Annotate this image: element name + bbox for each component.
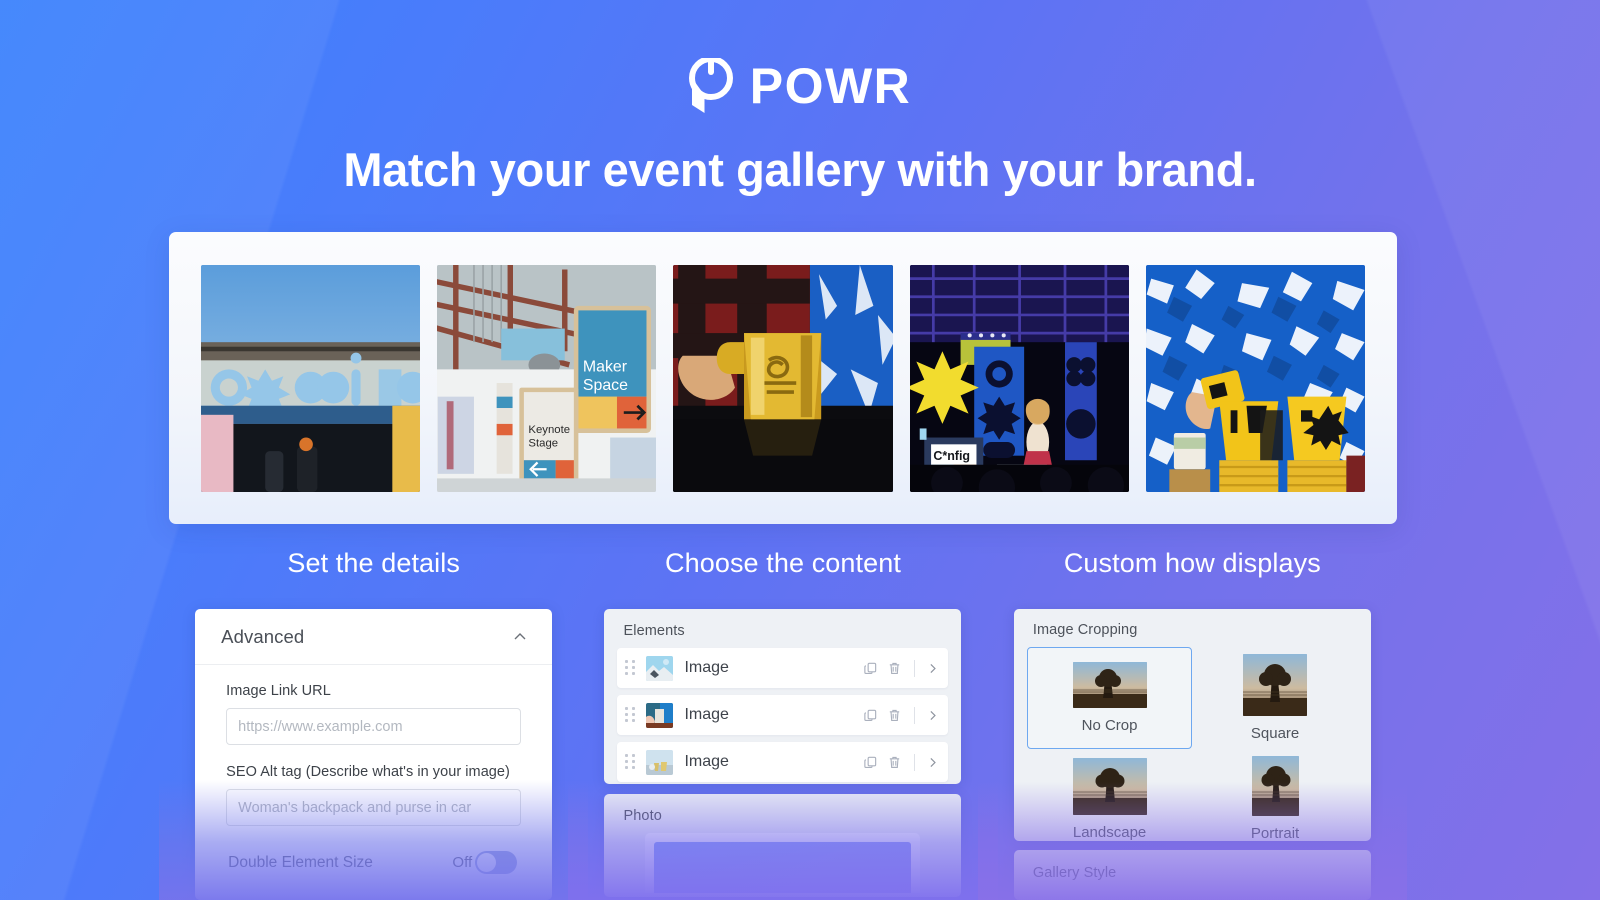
trash-icon[interactable] (887, 661, 902, 676)
copy-icon[interactable] (863, 755, 878, 770)
row-divider (914, 706, 916, 724)
panel-column-display: Image Cropping No Crop Square Landscape … (977, 609, 1407, 900)
chevron-right-icon[interactable] (926, 756, 939, 769)
svg-text:Space: Space (583, 376, 628, 393)
crop-option-square[interactable]: Square (1192, 647, 1358, 749)
elements-panel: Elements Image Image Image (604, 609, 962, 784)
element-row-actions (863, 753, 939, 771)
advanced-panel-body: Image Link URL SEO Alt tag (Describe wha… (195, 665, 552, 874)
element-row-label: Image (684, 753, 729, 770)
hero-gallery-card: Maker Space Keynote Stage C*nfig (169, 232, 1397, 524)
drag-handle-icon[interactable] (625, 706, 636, 724)
image-link-url-input[interactable] (226, 708, 522, 745)
crop-preview-image (1251, 756, 1299, 816)
seo-alt-tag-input[interactable] (226, 789, 522, 826)
crop-option-label: No Crop (1081, 717, 1138, 734)
element-thumbnail (646, 702, 674, 728)
crop-preview-image (1243, 654, 1308, 716)
section-title-display: Custom how displays (1063, 548, 1321, 578)
gallery-image-5 (1145, 264, 1366, 492)
brand-name: POWR (749, 58, 912, 114)
copy-icon[interactable] (863, 661, 878, 676)
photo-panel: Photo (604, 794, 962, 897)
crop-preview-image (1072, 757, 1147, 815)
panels-row: Advanced Image Link URL SEO Alt tag (Des… (159, 609, 1407, 900)
row-divider (914, 753, 916, 771)
double-element-size-label: Double Element Size (228, 853, 373, 871)
element-row-actions (863, 706, 939, 724)
section-title-content: Choose the content (665, 548, 901, 578)
section-titles: Set the details Choose the content Custo… (169, 548, 1397, 579)
gallery-image-3 (673, 264, 893, 492)
crop-preview-image (1072, 662, 1147, 708)
element-row-label: Image (684, 659, 729, 676)
trash-icon[interactable] (887, 755, 902, 770)
seo-alt-tag-field-block: SEO Alt tag (Describe what's in your ima… (226, 764, 522, 826)
image-link-url-label: Image Link URL (226, 683, 331, 699)
gallery-style-heading: Gallery Style (1032, 865, 1117, 882)
gallery-image-2: Maker Space Keynote Stage (437, 264, 657, 492)
row-divider (914, 659, 916, 677)
drag-handle-icon[interactable] (625, 659, 636, 677)
chevron-up-icon[interactable] (512, 629, 528, 645)
advanced-panel-title: Advanced (221, 625, 305, 647)
trash-icon[interactable] (887, 708, 902, 723)
page-headline: Match your event gallery with your brand… (343, 143, 1257, 196)
crop-options-grid: No Crop Square Landscape Portrait (1026, 647, 1358, 841)
element-thumbnail (646, 749, 674, 775)
double-element-size-toggle[interactable] (475, 851, 518, 874)
panel-column-details: Advanced Image Link URL SEO Alt tag (Des… (159, 609, 589, 900)
double-element-size-control[interactable]: Off (452, 851, 518, 874)
seo-alt-tag-label: SEO Alt tag (Describe what's in your ima… (226, 764, 510, 780)
brand-logo: POWR (0, 55, 1600, 117)
toggle-state-label: Off (452, 854, 473, 871)
crop-option-label: Square (1250, 725, 1300, 742)
crop-option-portrait[interactable]: Portrait (1192, 749, 1358, 841)
element-row[interactable]: Image (617, 695, 949, 735)
photo-preview-image (654, 842, 912, 893)
image-cropping-panel: Image Cropping No Crop Square Landscape … (1013, 609, 1371, 842)
drag-handle-icon[interactable] (625, 753, 636, 771)
chevron-right-icon[interactable] (926, 709, 939, 722)
section-title-details: Set the details (287, 548, 460, 578)
element-row-label: Image (684, 706, 729, 723)
image-link-url-field-block: Image Link URL (226, 683, 522, 745)
element-row-actions (863, 659, 939, 677)
element-row[interactable]: Image (617, 742, 949, 782)
crop-option-landscape[interactable]: Landscape (1027, 749, 1193, 841)
crop-option-label: Landscape (1072, 823, 1147, 841)
toggle-knob (477, 853, 497, 872)
element-thumbnail (646, 655, 674, 681)
crop-option-no-crop[interactable]: No Crop (1026, 647, 1193, 749)
svg-text:Keynote: Keynote (529, 423, 571, 435)
panel-column-content: Elements Image Image Image Photo (568, 609, 998, 900)
svg-text:Stage: Stage (529, 437, 559, 449)
double-element-size-row: Double Element Size Off (226, 845, 521, 874)
image-cropping-heading: Image Cropping (1032, 622, 1138, 638)
gallery-style-panel: Gallery Style (1013, 850, 1371, 900)
elements-panel-heading: Elements (623, 623, 685, 639)
svg-text:C*nfig: C*nfig (933, 449, 970, 463)
powr-logo-icon (688, 58, 733, 113)
svg-text:Maker: Maker (583, 358, 628, 375)
element-row[interactable]: Image (617, 648, 949, 688)
crop-option-label: Portrait (1250, 825, 1300, 842)
photo-panel-heading: Photo (623, 808, 662, 824)
copy-icon[interactable] (863, 708, 878, 723)
photo-preview[interactable] (645, 833, 921, 893)
gallery-image-1 (201, 264, 421, 492)
chevron-right-icon[interactable] (926, 662, 939, 675)
advanced-panel-header[interactable]: Advanced (195, 609, 553, 665)
advanced-panel: Advanced Image Link URL SEO Alt tag (Des… (195, 609, 553, 900)
gallery-image-4: C*nfig (909, 264, 1129, 492)
